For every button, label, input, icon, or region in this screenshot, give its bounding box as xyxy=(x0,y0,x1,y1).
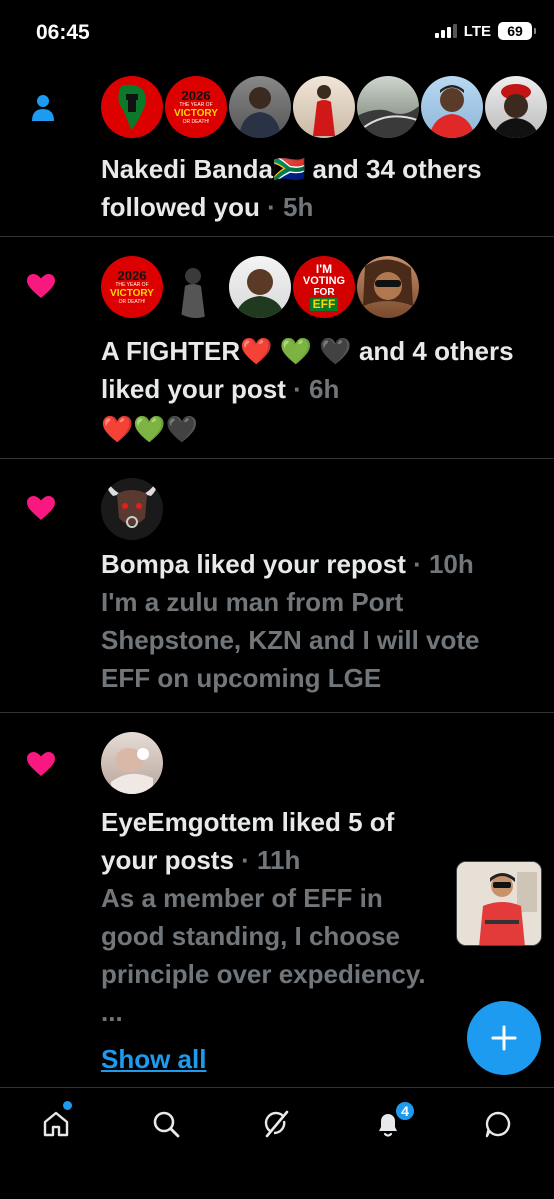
avatar[interactable] xyxy=(421,76,483,138)
network-label: LTE xyxy=(463,22,491,40)
status-indicators: LTE 69 xyxy=(434,22,536,40)
tab-messages[interactable] xyxy=(478,1104,518,1144)
status-time: 06:45 xyxy=(36,21,90,44)
avatar-text: 2026 xyxy=(117,267,147,283)
avatar-text: OR DEATH! xyxy=(118,298,146,305)
actor-name[interactable]: Bompa xyxy=(101,549,189,579)
avatar-row: 2026 THE YEAR OF VICTORY OR DEATH! xyxy=(101,76,547,138)
compose-button[interactable] xyxy=(467,1001,541,1075)
avatar[interactable] xyxy=(357,256,419,318)
avatar[interactable] xyxy=(165,256,227,318)
heart-icon xyxy=(26,751,56,782)
avatar[interactable] xyxy=(229,256,291,318)
avatar[interactable] xyxy=(229,76,291,138)
messages-icon xyxy=(485,1111,511,1138)
notification-time: · 6h xyxy=(285,374,340,404)
tab-grok[interactable] xyxy=(257,1104,297,1144)
floating-video-player[interactable] xyxy=(456,861,542,946)
notification-item-like[interactable]: 2026 THE YEAR OF VICTORY OR DEATH! I'M V… xyxy=(0,236,554,458)
search-icon xyxy=(153,1111,180,1138)
avatar-text: VICTORY xyxy=(174,107,218,119)
post-preview[interactable]: I'm a zulu man from Port Shepstone, KZN … xyxy=(101,583,532,697)
avatar[interactable]: I'M VOTING FOR EFF xyxy=(293,256,355,318)
notification-badge: 4 xyxy=(394,1100,416,1122)
avatar[interactable] xyxy=(293,76,355,138)
tab-search[interactable] xyxy=(146,1104,186,1144)
notification-text: A FIGHTER❤️ 💚 🖤 and 4 others liked your … xyxy=(101,332,538,408)
notification-item-like[interactable]: Bompa liked your repost · 10h I'm a zulu… xyxy=(0,458,554,712)
post-preview[interactable]: ❤️💚🖤 xyxy=(101,410,198,448)
notification-time: · 11h xyxy=(233,845,301,875)
avatar[interactable]: 2026 THE YEAR OF VICTORY OR DEATH! xyxy=(101,256,163,318)
status-bar: 06:45 LTE 69 xyxy=(0,0,554,64)
notification-text: Bompa liked your repost · 10h xyxy=(101,545,538,583)
avatar-row xyxy=(101,732,163,794)
signal-icon xyxy=(434,24,457,38)
grok-icon xyxy=(264,1110,289,1138)
notification-text: Nakedi Banda🇿🇦 and 34 others followed yo… xyxy=(101,150,538,226)
avatar[interactable]: 2026 THE YEAR OF VICTORY OR DEATH! xyxy=(165,76,227,138)
show-all-link[interactable]: Show all xyxy=(101,1044,206,1075)
bottom-tab-bar: 4 xyxy=(0,1087,554,1199)
avatar[interactable] xyxy=(101,478,163,540)
avatar-text: I'M xyxy=(315,262,333,276)
notification-text: EyeEmgottem liked 5 of your posts · 11h xyxy=(101,803,434,879)
battery-icon: 69 xyxy=(498,22,536,40)
avatar-text: 2026 xyxy=(181,87,211,103)
home-unread-dot xyxy=(63,1101,72,1110)
avatar[interactable] xyxy=(101,76,163,138)
notification-item-follow[interactable]: 2026 THE YEAR OF VICTORY OR DEATH! Naked… xyxy=(0,64,554,236)
avatar-text: EFF xyxy=(309,298,339,311)
avatar-row: 2026 THE YEAR OF VICTORY OR DEATH! I'M V… xyxy=(101,256,419,318)
avatar-text: VICTORY xyxy=(110,287,154,299)
notification-time: · 10h xyxy=(405,549,474,579)
avatar[interactable] xyxy=(485,76,547,138)
person-icon xyxy=(31,94,55,127)
avatar-text: OR DEATH! xyxy=(182,118,210,125)
heart-icon xyxy=(26,495,56,526)
notification-time: · 5h xyxy=(259,192,314,222)
plus-icon xyxy=(491,1025,517,1051)
heart-icon xyxy=(26,273,56,304)
tab-home[interactable] xyxy=(36,1104,76,1144)
avatar[interactable] xyxy=(101,732,163,794)
actor-name[interactable]: Nakedi Banda🇿🇦 xyxy=(101,154,305,184)
avatar-text: VOTING xyxy=(302,275,346,287)
home-icon xyxy=(43,1111,69,1137)
actor-name[interactable]: EyeEmgottem xyxy=(101,807,274,837)
avatar[interactable] xyxy=(357,76,419,138)
notification-action: liked your repost xyxy=(189,549,406,579)
actor-name[interactable]: A FIGHTER❤️ 💚 🖤 xyxy=(101,336,352,366)
post-preview[interactable]: As a member of EFF in good standing, I c… xyxy=(101,879,434,1031)
avatar-row xyxy=(101,478,163,540)
